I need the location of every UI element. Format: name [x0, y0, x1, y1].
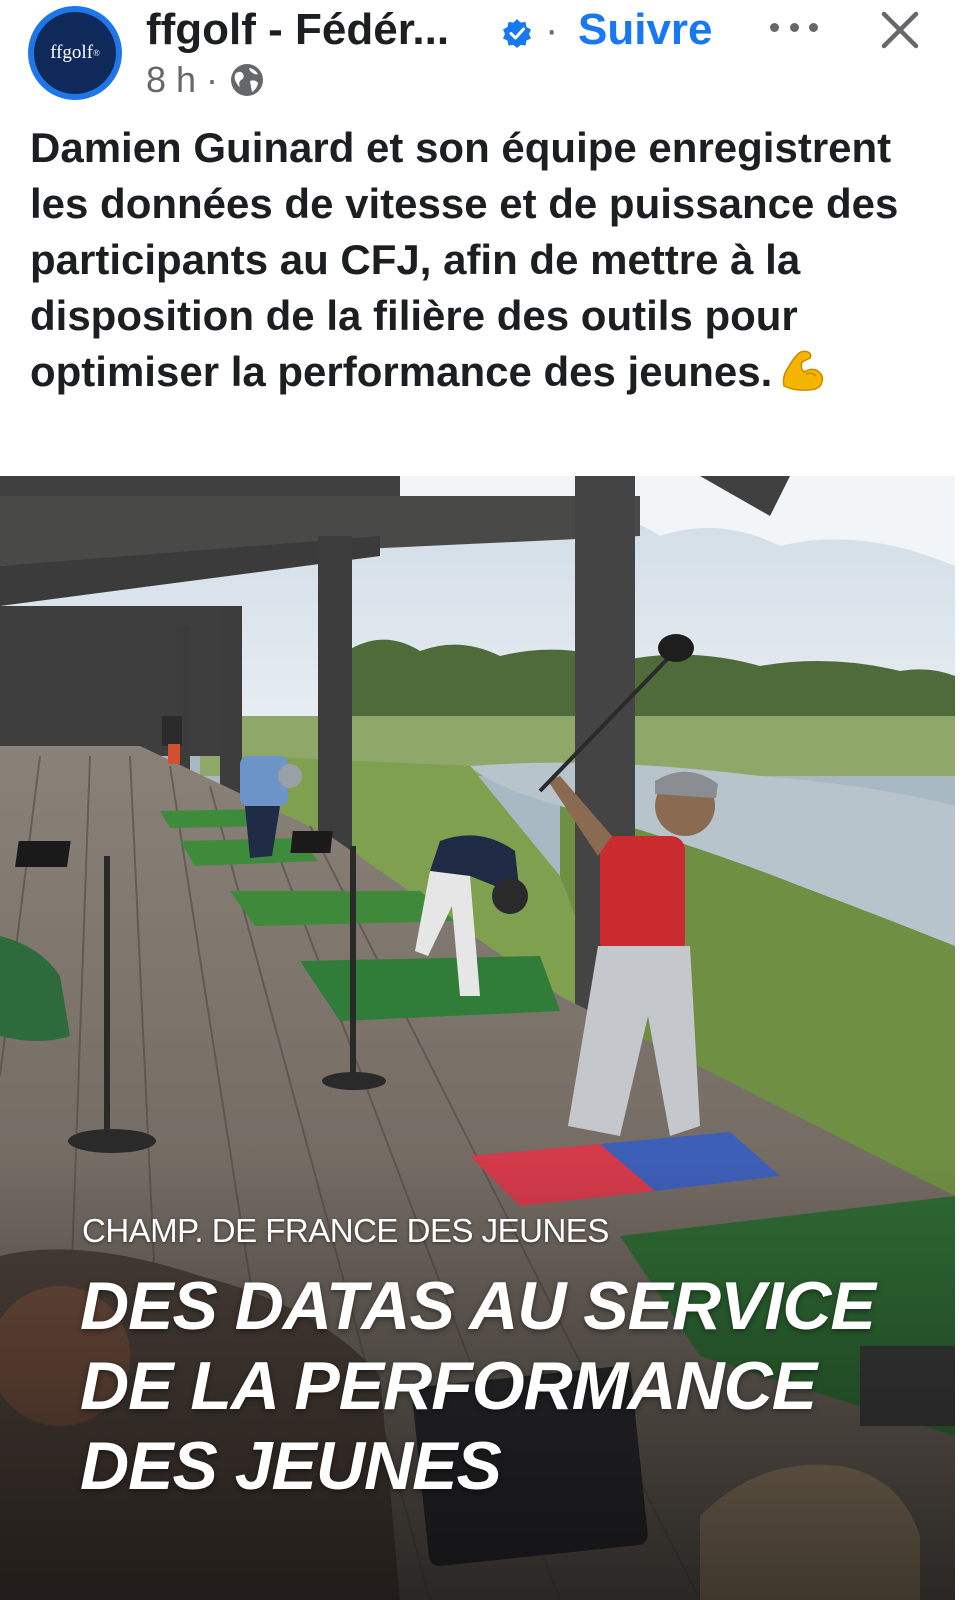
- image-title-line: DE LA PERFORMANCE: [80, 1348, 817, 1424]
- post-time[interactable]: 8 h: [146, 58, 196, 102]
- more-dot: [789, 22, 799, 32]
- post-meta: 8 h ·: [146, 58, 266, 102]
- image-title: DES DATAS AU SERVICE DE LA PERFORMANCE D…: [80, 1266, 960, 1506]
- flexed-biceps-emoji: [783, 350, 824, 391]
- avatar-mark: ®: [93, 48, 100, 58]
- more-dot: [809, 22, 818, 32]
- page-avatar[interactable]: ffgolf ®: [28, 6, 122, 100]
- caption-text: Damien Guinard et son équipe enregistren…: [30, 124, 899, 395]
- image-title-line: DES DATAS AU SERVICE: [80, 1268, 876, 1344]
- header-dot-separator: ·: [545, 8, 559, 52]
- post-header: ffgolf ® ffgolf - Fédér... · Suivre 8 h ·: [0, 0, 973, 112]
- more-dot: [770, 22, 779, 32]
- avatar-logo: ffgolf ®: [34, 12, 116, 94]
- more-options-icon[interactable]: [770, 12, 818, 42]
- page-name[interactable]: ffgolf - Fédér...: [146, 4, 496, 56]
- verified-badge-icon: [503, 19, 531, 48]
- follow-button[interactable]: Suivre: [578, 4, 713, 56]
- post-caption: Damien Guinard et son équipe enregistren…: [30, 120, 950, 400]
- avatar-text: ffgolf: [50, 42, 94, 63]
- globe-icon: [231, 64, 264, 96]
- image-subtitle: CHAMP. DE FRANCE DES JEUNES: [82, 1212, 609, 1249]
- close-icon[interactable]: [876, 6, 924, 54]
- meta-separator: ·: [206, 59, 219, 100]
- image-title-line: DES JEUNES: [80, 1428, 502, 1504]
